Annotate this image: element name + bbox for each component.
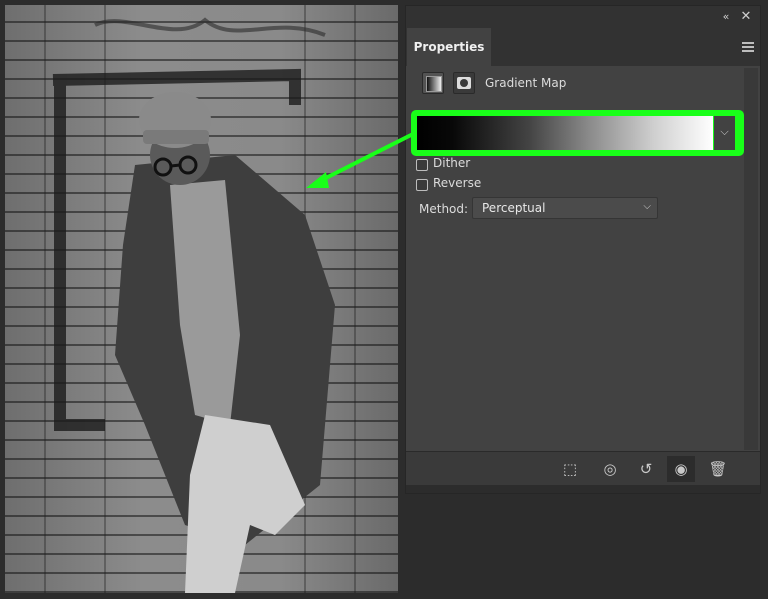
reverse-checkbox[interactable] [416,179,428,191]
panel-menu-icon[interactable] [742,42,754,52]
close-icon[interactable]: ✕ [738,9,754,25]
photo-illustration [44,5,356,593]
tab-properties[interactable]: Properties [407,28,491,66]
chevron-down-icon: ⌵ [643,201,651,212]
gradient-picker-highlight: ⌵ [411,110,744,156]
panel-scrollbar[interactable] [744,68,758,450]
panel-titlebar: « ✕ [406,6,760,28]
properties-panel: « ✕ Properties Gradient Map ⌵ Dither Rev… [405,5,761,494]
clip-to-layer-icon[interactable]: ⬚ [556,456,584,482]
reverse-label: Reverse [433,176,482,190]
reset-icon[interactable]: ↺ [632,456,660,482]
gradient-map-adjustment-icon[interactable] [422,72,444,94]
layer-mask-icon[interactable] [453,72,475,94]
chevron-down-icon[interactable]: ⌵ [714,116,735,150]
adjustment-header: Gradient Map [418,72,760,96]
gradient-preview-bar[interactable] [417,116,713,150]
visibility-eye-icon[interactable]: ◉ [667,456,695,482]
method-label: Method: [419,202,469,216]
adjustment-title: Gradient Map [485,76,567,90]
method-select[interactable]: Perceptual ⌵ [472,197,658,219]
photo-canvas[interactable] [5,5,398,593]
panel-bottom-toolbar: ⬚ ◎ ↺ ◉ 🗑 [406,451,760,486]
double-chevron-left-icon[interactable]: « [718,9,734,25]
view-previous-state-icon[interactable]: ◎ [596,456,624,482]
dither-checkbox[interactable] [416,159,428,171]
dither-label: Dither [433,156,471,170]
method-value: Perceptual [482,201,546,215]
trash-icon[interactable]: 🗑 [704,456,732,482]
panel-tab-row: Properties [406,28,760,66]
panel-resize-grip[interactable] [406,485,760,493]
